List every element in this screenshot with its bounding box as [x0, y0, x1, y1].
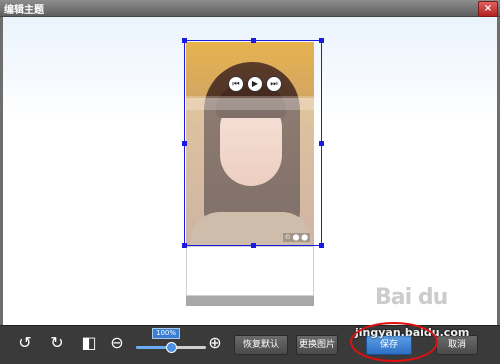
resize-handle-t[interactable] [251, 38, 256, 43]
zoom-level-label: 100% [152, 328, 180, 339]
zoom-out-icon[interactable]: ⊖ [108, 334, 126, 352]
rotate-right-icon[interactable]: ↻ [48, 334, 66, 352]
baidu-logo-watermark: Bai du [375, 285, 448, 310]
close-button[interactable]: × [478, 1, 498, 17]
change-image-button[interactable]: 更换图片 [296, 335, 338, 355]
resize-handle-r[interactable] [319, 141, 324, 146]
resize-handle-b[interactable] [251, 243, 256, 248]
flip-icon[interactable]: ◧ [80, 334, 98, 352]
zoom-slider[interactable] [136, 342, 206, 353]
window-title: 编辑主题 [4, 5, 44, 16]
resize-handle-l[interactable] [182, 141, 187, 146]
resize-handle-bl[interactable] [182, 243, 187, 248]
selection-box[interactable] [182, 38, 324, 248]
zoom-slider-fill [136, 346, 170, 349]
gray-strip [186, 296, 314, 306]
restore-default-button[interactable]: 恢复默认 [234, 335, 288, 355]
resize-handle-tl[interactable] [182, 38, 187, 43]
title-bar: 编辑主题 × [0, 0, 500, 17]
blank-area [186, 246, 314, 296]
zoom-slider-knob[interactable] [165, 342, 177, 353]
rotate-left-icon[interactable]: ↺ [16, 334, 34, 352]
resize-handle-br[interactable] [319, 243, 324, 248]
highlight-ring [350, 322, 438, 362]
zoom-in-icon[interactable]: ⊕ [206, 334, 224, 352]
resize-handle-tr[interactable] [319, 38, 324, 43]
